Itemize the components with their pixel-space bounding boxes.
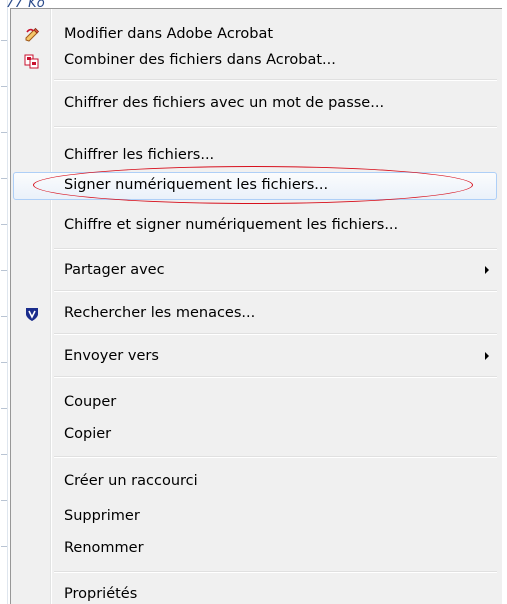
background-mark [1,500,7,501]
menu-item-creer-raccourci[interactable]: Créer un raccourci [13,468,497,496]
menu-separator [54,376,497,378]
shield-icon [24,306,40,322]
submenu-arrow-icon [485,352,489,360]
menu-item-partager-avec[interactable]: Partager avec [13,257,497,285]
menu-item-rechercher-menaces[interactable]: Rechercher les menaces... [13,300,497,328]
menu-item-chiffrer-mot-de-passe[interactable]: Chiffrer des fichiers avec un mot de pas… [13,90,497,118]
menu-item-label: Rechercher les menaces... [64,305,256,321]
acrobat-edit-icon [24,27,40,43]
annotation-ellipse [33,166,473,204]
menu-item-label: Combiner des fichiers dans Acrobat... [64,52,336,68]
menu-item-supprimer[interactable]: Supprimer [13,503,497,531]
background-mark [1,86,7,87]
menu-item-label: Chiffrer les fichiers... [64,147,215,163]
menu-item-combiner-acrobat[interactable]: Combiner des fichiers dans Acrobat... [13,47,497,75]
menu-separator [54,79,497,81]
menu-item-label: Renommer [64,540,144,556]
menu-item-label: Couper [64,394,117,410]
background-mark [1,224,7,225]
menu-item-label: Chiffre et signer numériquement les fich… [64,217,399,233]
menu-separator [54,248,497,250]
menu-item-label: Modifier dans Adobe Acrobat [64,26,274,42]
menu-item-label: Envoyer vers [64,348,159,364]
screenshot-root: 77 Ko Modifier dans Adobe Acrobat Combin… [0,0,507,604]
background-mark [1,454,7,455]
background-mark [1,132,7,133]
menu-item-label: Créer un raccourci [64,473,198,489]
menu-separator [54,333,497,335]
menu-item-label: Partager avec [64,262,165,278]
background-window-edge [0,0,10,604]
background-mark [1,546,7,547]
menu-separator [54,456,497,458]
background-mark [1,270,7,271]
menu-item-envoyer-vers[interactable]: Envoyer vers [13,343,497,371]
submenu-arrow-icon [485,266,489,274]
menu-item-proprietes[interactable]: Propriétés [13,581,497,604]
background-mark [1,408,7,409]
background-mark [1,316,7,317]
acrobat-combine-icon [24,53,40,69]
menu-item-label: Supprimer [64,508,140,524]
menu-item-renommer[interactable]: Renommer [13,535,497,563]
menu-separator [54,290,497,292]
menu-item-couper[interactable]: Couper [13,389,497,417]
background-mark [1,40,7,41]
menu-separator [54,126,497,128]
menu-separator [54,571,497,573]
menu-item-modifier-acrobat[interactable]: Modifier dans Adobe Acrobat [13,21,497,49]
background-divider [7,0,8,604]
menu-item-label: Propriétés [64,586,138,602]
menu-item-label: Chiffrer des fichiers avec un mot de pas… [64,95,385,111]
background-mark [1,178,7,179]
menu-item-label: Copier [64,426,112,442]
context-menu: Modifier dans Adobe Acrobat Combiner des… [10,8,502,604]
menu-item-copier[interactable]: Copier [13,421,497,449]
menu-item-chiffrer-et-signer[interactable]: Chiffre et signer numériquement les fich… [13,212,497,240]
background-mark [1,362,7,363]
